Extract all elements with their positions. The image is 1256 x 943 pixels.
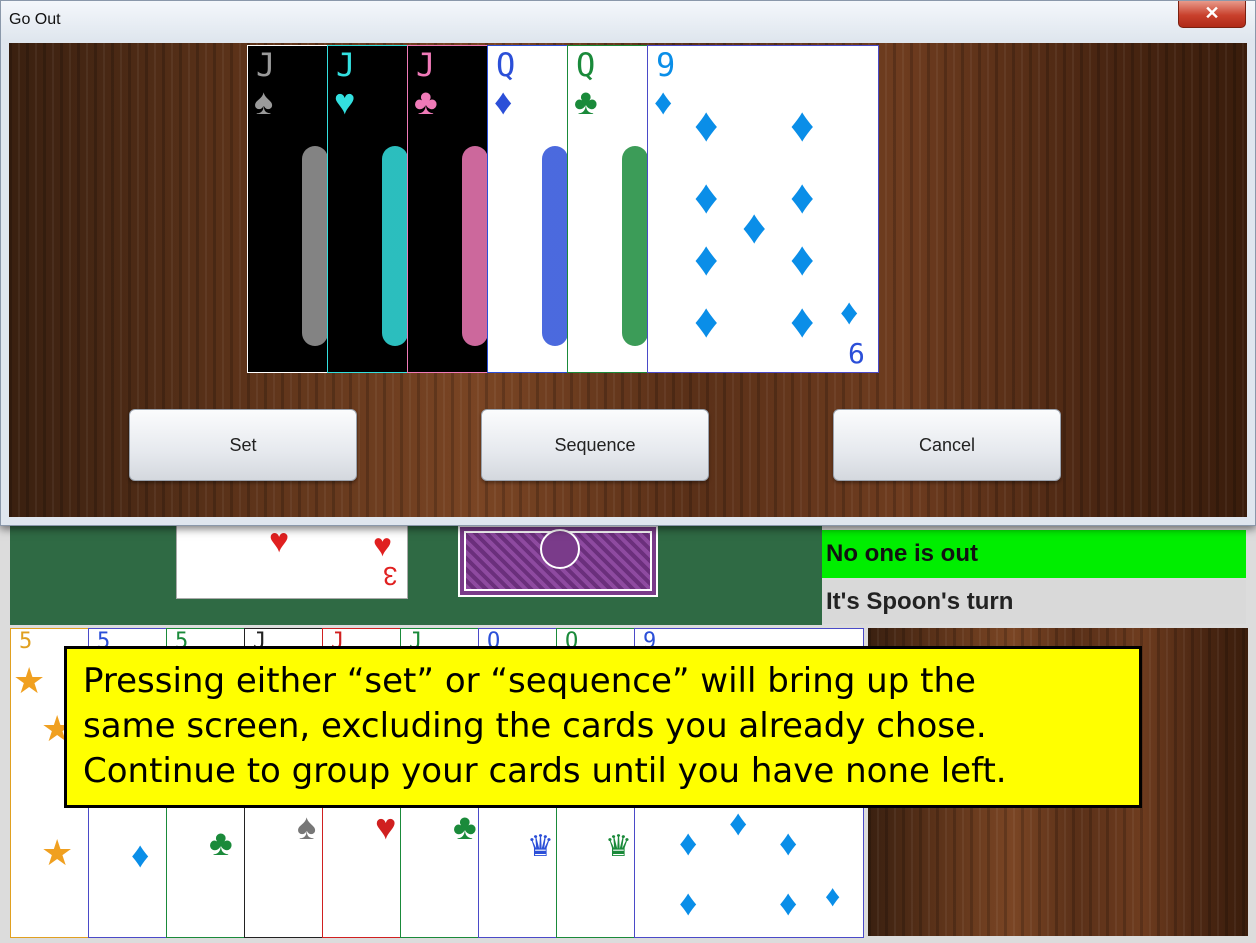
card-rank: 9 — [656, 46, 676, 84]
diamond-icon: ♦ — [825, 880, 841, 913]
diamond-icon: ♦ — [840, 291, 859, 332]
spade-icon: ♠ — [297, 806, 317, 847]
set-button[interactable]: Set — [129, 409, 357, 481]
status-panel: No one is out It's Spoon's turn — [822, 530, 1246, 626]
diamond-icon: ♦ — [694, 295, 719, 348]
diamond-icon: ♦ — [790, 295, 815, 348]
callout-line: Pressing either “set” or “sequence” will… — [83, 661, 976, 701]
card-rank: J — [416, 46, 436, 84]
diamond-icon: ♦ — [790, 233, 815, 286]
tutorial-callout: Pressing either “set” or “sequence” will… — [64, 646, 1142, 808]
diamond-icon: ♦ — [679, 882, 698, 923]
table-felt — [10, 525, 822, 625]
callout-line: same screen, excluding the cards you alr… — [83, 706, 987, 746]
card-rank: J — [256, 46, 276, 84]
close-button[interactable]: ✕ — [1178, 1, 1246, 28]
diamond-icon: ♦ — [494, 81, 513, 122]
close-icon: ✕ — [1204, 3, 1220, 23]
sequence-button[interactable]: Sequence — [481, 409, 709, 481]
heart-icon: ♥ — [269, 525, 290, 560]
status-turn-label: It's Spoon's turn — [822, 580, 1246, 624]
club-icon: ♣ — [209, 822, 233, 863]
spade-icon: ♠ — [254, 81, 274, 122]
discard-rank: 3 — [383, 561, 398, 591]
diamond-icon: ♦ — [694, 99, 719, 152]
jack-figure-icon — [302, 146, 328, 346]
diamond-icon: ♦ — [779, 882, 798, 923]
star-icon: ★ — [41, 832, 74, 873]
diamond-icon: ♦ — [131, 834, 150, 875]
diamond-icon: ♦ — [790, 171, 815, 224]
diamond-icon: ♦ — [779, 822, 798, 863]
club-icon: ♣ — [453, 806, 477, 847]
queen-figure-icon: ♛ — [605, 830, 632, 863]
diamond-icon: ♦ — [729, 802, 748, 843]
club-icon: ♣ — [574, 81, 598, 122]
diamond-icon: ♦ — [654, 81, 673, 122]
card-rank: 5 — [19, 629, 33, 654]
queen-figure-icon: ♛ — [527, 830, 554, 863]
card-rank: Q — [496, 46, 516, 84]
heart-icon: ♥ — [334, 81, 356, 122]
card-rank: J — [336, 46, 356, 84]
go-out-dialog: Go Out ✕ J ♠ J ♥ J ♣ Q ♦ Q ♣ 9 ♦ ♦ ♦ ♦ ♦… — [0, 0, 1256, 526]
jack-figure-icon — [462, 146, 488, 346]
draw-deck[interactable] — [458, 525, 658, 597]
selectable-card-nine-diamonds[interactable]: 9 ♦ ♦ ♦ ♦ ♦ ♦ ♦ ♦ ♦ ♦ ♦ 6 — [647, 45, 879, 373]
dialog-title: Go Out — [9, 11, 61, 28]
heart-icon: ♥ — [373, 527, 392, 563]
diamond-icon: ♦ — [790, 99, 815, 152]
dialog-card-area: J ♠ J ♥ J ♣ Q ♦ Q ♣ 9 ♦ ♦ ♦ ♦ ♦ ♦ ♦ ♦ ♦ … — [9, 43, 1247, 517]
diamond-icon: ♦ — [694, 233, 719, 286]
jack-figure-icon — [382, 146, 408, 346]
status-out-label: No one is out — [822, 530, 1246, 580]
card-rank: Q — [576, 46, 596, 84]
star-icon: ★ — [13, 660, 46, 701]
cancel-button[interactable]: Cancel — [833, 409, 1061, 481]
callout-line: Continue to group your cards until you h… — [83, 751, 1007, 791]
queen-figure-icon — [622, 146, 648, 346]
heart-icon: ♥ — [375, 806, 397, 847]
diamond-icon: ♦ — [679, 822, 698, 863]
club-icon: ♣ — [414, 81, 438, 122]
dialog-titlebar[interactable]: Go Out ✕ — [1, 1, 1255, 41]
card-rank-bottom: 6 — [848, 337, 865, 370]
diamond-icon: ♦ — [742, 201, 767, 254]
diamond-icon: ♦ — [694, 171, 719, 224]
card-back-seal-icon — [540, 529, 580, 569]
discard-pile-card[interactable]: ♥ ♥ 3 — [176, 525, 408, 599]
queen-figure-icon — [542, 146, 568, 346]
